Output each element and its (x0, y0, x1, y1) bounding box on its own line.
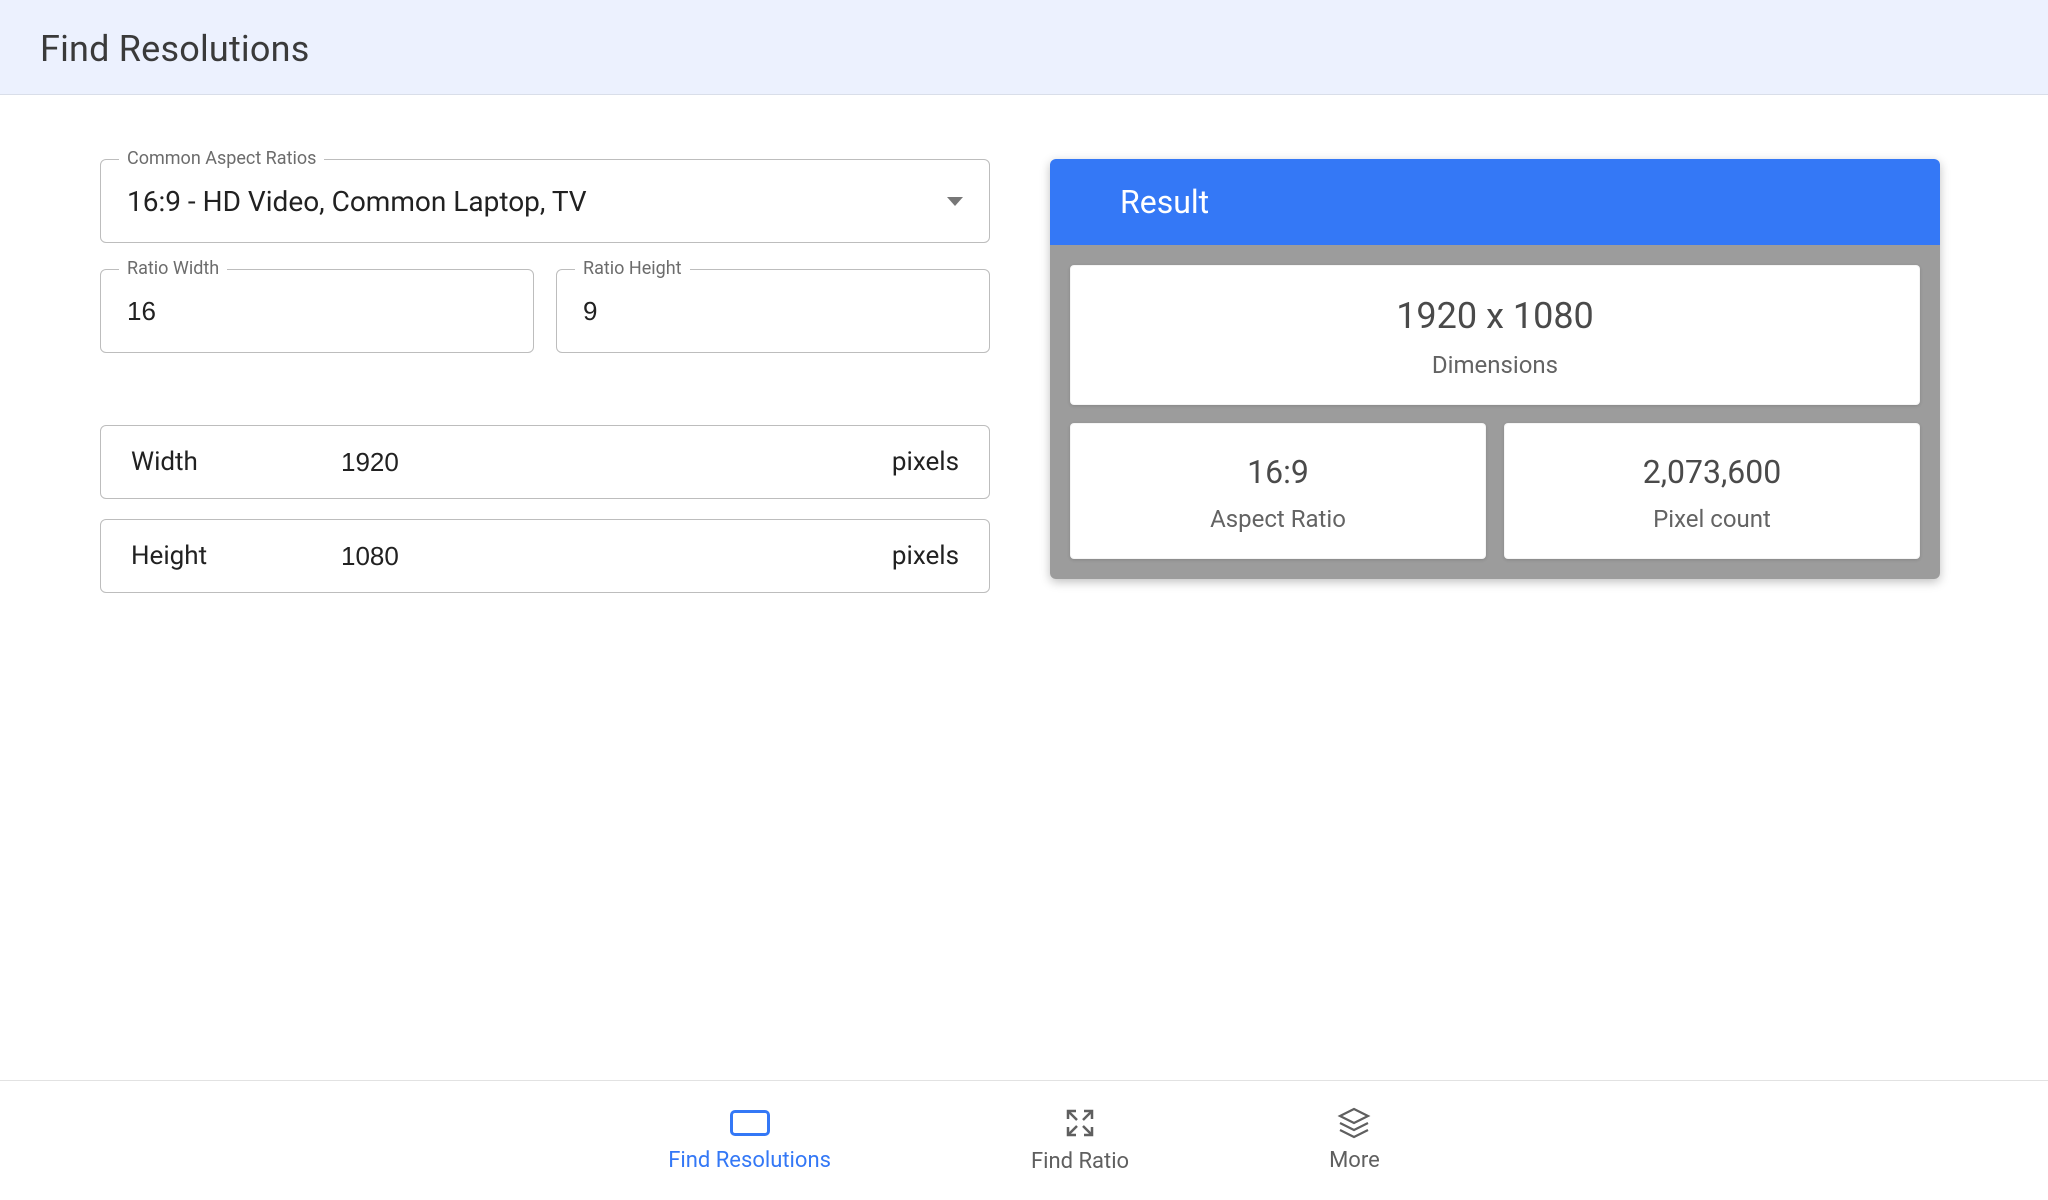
dimensions-value: 1920 x 1080 (1080, 295, 1910, 337)
height-label: Height (131, 541, 341, 571)
pixel-count-card: 2,073,600 Pixel count (1504, 423, 1920, 559)
aspect-ratio-value: 16:9 (1080, 453, 1476, 491)
inputs-column: Common Aspect Ratios 16:9 - HD Video, Co… (100, 159, 990, 613)
height-input[interactable] (341, 541, 892, 572)
aspect-ratio-card: 16:9 Aspect Ratio (1070, 423, 1486, 559)
ratio-width-label: Ratio Width (119, 258, 227, 279)
result-column: Result 1920 x 1080 Dimensions 16:9 Aspec… (1050, 159, 1940, 613)
width-label: Width (131, 447, 341, 477)
ratio-row: Ratio Width Ratio Height (100, 269, 990, 353)
page-title: Find Resolutions (40, 28, 2008, 70)
width-input[interactable] (341, 447, 892, 478)
nav-more-label: More (1329, 1148, 1380, 1173)
pixel-count-label: Pixel count (1514, 505, 1910, 533)
layers-icon (1337, 1108, 1371, 1138)
app-header: Find Resolutions (0, 0, 2048, 95)
nav-find-ratio[interactable]: Find Ratio (1031, 1107, 1129, 1174)
nav-more[interactable]: More (1329, 1108, 1380, 1173)
pixel-count-value: 2,073,600 (1514, 453, 1910, 491)
height-unit: pixels (892, 541, 959, 571)
ratio-width-field[interactable]: Ratio Width (100, 269, 534, 353)
result-card-row: 16:9 Aspect Ratio 2,073,600 Pixel count (1070, 423, 1920, 559)
common-aspect-ratios-label: Common Aspect Ratios (119, 148, 324, 169)
result-panel: Result 1920 x 1080 Dimensions 16:9 Aspec… (1050, 159, 1940, 579)
ratio-height-label: Ratio Height (575, 258, 690, 279)
ratio-height-input[interactable] (583, 296, 963, 327)
common-aspect-ratios-select[interactable]: Common Aspect Ratios 16:9 - HD Video, Co… (100, 159, 990, 243)
common-aspect-ratios-value: 16:9 - HD Video, Common Laptop, TV (127, 185, 947, 218)
nav-find-ratio-label: Find Ratio (1031, 1149, 1129, 1174)
dimensions-label: Dimensions (1080, 351, 1910, 379)
result-title: Result (1050, 159, 1940, 245)
ratio-height-field[interactable]: Ratio Height (556, 269, 990, 353)
dimensions-card: 1920 x 1080 Dimensions (1070, 265, 1920, 405)
nav-find-resolutions[interactable]: Find Resolutions (668, 1108, 831, 1173)
width-field[interactable]: Width pixels (100, 425, 990, 499)
ratio-width-input[interactable] (127, 296, 507, 327)
aspect-ratio-label: Aspect Ratio (1080, 505, 1476, 533)
height-field[interactable]: Height pixels (100, 519, 990, 593)
nav-find-resolutions-label: Find Resolutions (668, 1148, 831, 1173)
rectangle-icon (730, 1108, 770, 1138)
width-unit: pixels (892, 447, 959, 477)
dropdown-caret-icon (947, 197, 963, 206)
bottom-nav: Find Resolutions Find Ratio Mor (0, 1080, 2048, 1200)
result-body: 1920 x 1080 Dimensions 16:9 Aspect Ratio… (1050, 245, 1940, 579)
main-content: Common Aspect Ratios 16:9 - HD Video, Co… (0, 95, 2048, 613)
expand-icon (1064, 1107, 1096, 1139)
